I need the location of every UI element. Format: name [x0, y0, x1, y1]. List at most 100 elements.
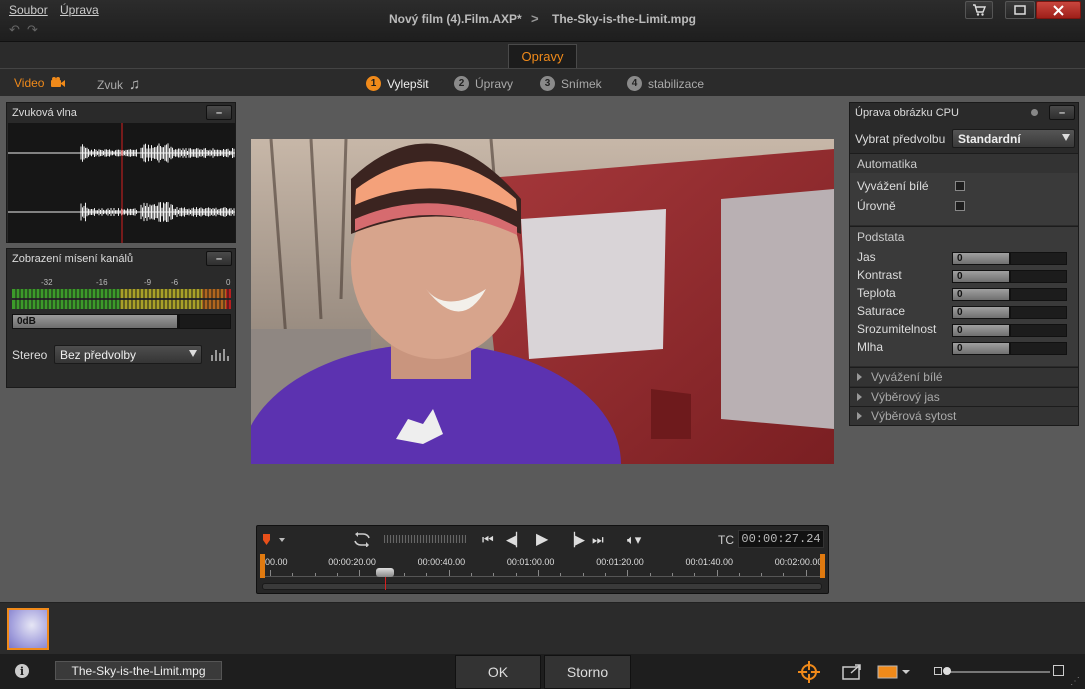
- divider: [0, 68, 1085, 69]
- video-frame: [251, 139, 834, 464]
- basic-row-value: 0: [953, 289, 1009, 300]
- tab-audio-label: Zvuk: [97, 77, 124, 92]
- external-preview-icon[interactable]: [842, 664, 862, 680]
- basic-row-value: 0: [953, 253, 1009, 264]
- section-label: Výběrová sytost: [871, 409, 957, 423]
- section-selective-brightness[interactable]: Výběrový jas: [850, 387, 1078, 406]
- tab-video[interactable]: Video: [14, 76, 66, 90]
- basic-row-slider[interactable]: 0: [952, 342, 1067, 355]
- step-label: Úpravy: [475, 76, 514, 91]
- ruler-label: 00:00:40.00: [417, 557, 466, 567]
- step-frame[interactable]: 3 Snímek: [540, 76, 602, 91]
- scale-label: 0: [226, 278, 231, 287]
- audio-preset-value: Bez předvolby: [60, 347, 137, 362]
- basic-row-slider[interactable]: 0: [952, 288, 1067, 301]
- gain-slider-handle[interactable]: [177, 314, 180, 329]
- display-mode-dropdown[interactable]: [877, 665, 911, 679]
- expand-triangle-icon: [857, 393, 862, 401]
- transport-controls: ⏮ ◀▏ ▶ ▕▶ ⏭ 🔈︎▾ TC 00:00:27.24 00.00 00:0…: [256, 525, 829, 594]
- close-icon: [1053, 4, 1064, 16]
- ok-button[interactable]: OK: [455, 655, 541, 689]
- current-file-name: The-Sky-is-the-Limit.mpg: [55, 661, 222, 680]
- audio-preset-select[interactable]: Bez předvolby: [54, 345, 202, 364]
- maximize-button[interactable]: [1005, 1, 1035, 19]
- clip-thumbnail[interactable]: [7, 608, 49, 650]
- levels-checkbox[interactable]: [955, 201, 965, 211]
- collapse-waveform-button[interactable]: –: [206, 105, 232, 120]
- step-number: 1: [366, 76, 381, 91]
- basic-row-slider[interactable]: 0: [952, 252, 1067, 265]
- white-balance-checkbox[interactable]: [955, 181, 965, 191]
- undo-icon[interactable]: ↶: [9, 22, 20, 38]
- mixer-panel-title: Zobrazení mísení kanálů: [12, 253, 134, 265]
- channel-mixer-icon[interactable]: [210, 347, 230, 362]
- section-label: Výběrový jas: [871, 390, 940, 404]
- basic-row-slider[interactable]: 0: [952, 306, 1067, 319]
- slider-handle[interactable]: [1009, 252, 1011, 265]
- section-white-balance[interactable]: Vyvážení bílé: [850, 367, 1078, 386]
- basic-row-value: 0: [953, 325, 1009, 336]
- step-number: 4: [627, 76, 642, 91]
- scale-label: -6: [171, 278, 179, 287]
- cpu-panel-title: Úprava obrázku CPU: [855, 107, 959, 119]
- waveform-panel-title: Zvuková vlna: [12, 107, 77, 119]
- ruler-label: 00:01:40.00: [685, 557, 734, 567]
- step-adjustments[interactable]: 2 Úpravy: [454, 76, 513, 91]
- menu-edit[interactable]: Úprava: [60, 3, 99, 17]
- info-icon[interactable]: i: [15, 664, 29, 678]
- timeline-scrollbar[interactable]: [262, 583, 822, 590]
- scale-label: -32: [41, 278, 53, 287]
- ruler-label: 00:02:00.00: [774, 557, 823, 567]
- basic-section: Podstata Jas 0 Kontrast 0 Teplota 0 Saturace 0 S…: [850, 226, 1078, 366]
- chevron-down-icon: [1062, 134, 1070, 141]
- video-preview: [251, 139, 834, 464]
- out-point-marker[interactable]: [820, 554, 825, 578]
- menu-file[interactable]: Soubor: [9, 3, 48, 17]
- zoom-slider[interactable]: [945, 671, 1050, 673]
- crosshair-icon[interactable]: [798, 661, 820, 683]
- basic-row-value: 0: [953, 271, 1009, 282]
- title-bar: Soubor Úprava ↶ ↷ Nový film (4).Film.AXP…: [0, 0, 1085, 42]
- zoom-out-icon[interactable]: [934, 667, 942, 675]
- preset-select[interactable]: Standardní: [952, 129, 1075, 148]
- slider-handle[interactable]: [1009, 306, 1011, 319]
- expand-triangle-icon: [857, 412, 862, 420]
- step-stabilization[interactable]: 4 stabilizace: [627, 76, 704, 91]
- zoom-in-icon[interactable]: [1053, 665, 1064, 676]
- zoom-slider-handle[interactable]: [943, 667, 951, 675]
- maximize-icon: [1014, 5, 1026, 15]
- stereo-label: Stereo: [12, 348, 48, 362]
- basic-row-value: 0: [953, 307, 1009, 318]
- slider-handle[interactable]: [1009, 342, 1011, 355]
- resize-grip-icon[interactable]: ⋰: [1070, 676, 1080, 687]
- music-note-icon: ♫: [129, 76, 141, 93]
- close-button[interactable]: [1036, 1, 1081, 19]
- slider-handle[interactable]: [1009, 270, 1011, 283]
- tab-audio[interactable]: Zvuk ♫: [97, 76, 140, 93]
- redo-icon[interactable]: ↷: [27, 22, 38, 38]
- basic-row-value: 0: [953, 343, 1009, 354]
- gain-slider[interactable]: 0dB: [12, 314, 231, 329]
- basic-section-title: Podstata: [850, 226, 1078, 246]
- in-point-marker[interactable]: [260, 554, 265, 578]
- cpu-image-correction-panel: Úprava obrázku CPU – Vybrat předvolbu St…: [849, 102, 1079, 426]
- basic-row-slider[interactable]: 0: [952, 324, 1067, 337]
- slider-handle[interactable]: [1009, 288, 1011, 301]
- preset-value: Standardní: [958, 131, 1021, 146]
- step-label: Vylepšit: [387, 76, 429, 91]
- waveform-graph: [8, 123, 235, 243]
- basic-row-slider[interactable]: 0: [952, 270, 1067, 283]
- cart-icon: [973, 4, 986, 16]
- tab-corrections[interactable]: Opravy: [508, 44, 577, 68]
- shop-button[interactable]: [965, 1, 993, 19]
- cancel-button[interactable]: Storno: [544, 655, 631, 689]
- playhead-handle[interactable]: [376, 568, 395, 577]
- section-selective-saturation[interactable]: Výběrová sytost: [850, 406, 1078, 425]
- collapse-cpu-panel-button[interactable]: –: [1049, 105, 1075, 120]
- auto-section-title: Automatika: [850, 153, 1078, 173]
- scale-label: -9: [144, 278, 152, 287]
- slider-handle[interactable]: [1009, 324, 1011, 337]
- step-enhance[interactable]: 1 Vylepšit: [366, 76, 429, 91]
- collapse-mixer-button[interactable]: –: [206, 251, 232, 266]
- scale-label: -16: [96, 278, 108, 287]
